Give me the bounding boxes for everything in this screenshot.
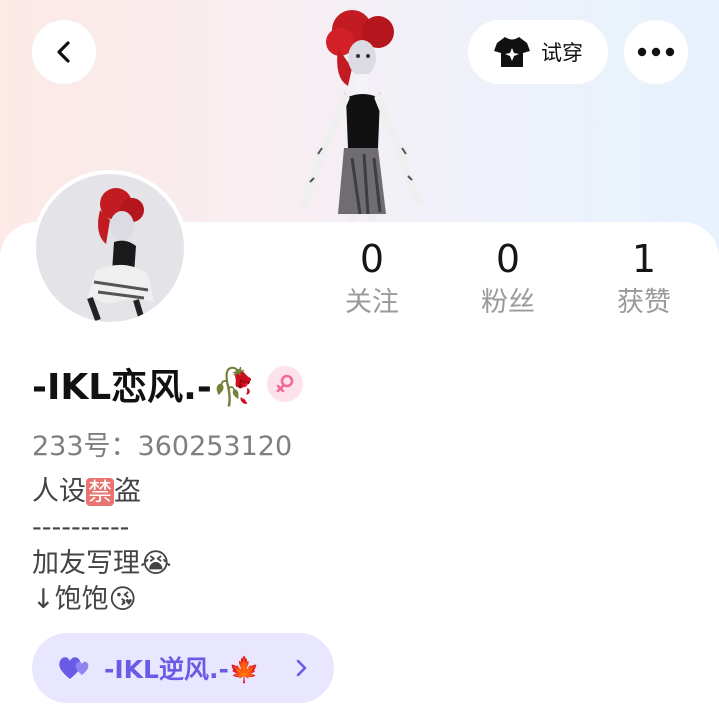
chevron-left-icon [57, 41, 70, 63]
linked-account-name: -IKL逆风.-🍁 [104, 655, 260, 684]
stat-followers-label: 粉丝 [481, 287, 535, 318]
chevron-right-icon [296, 659, 307, 677]
gender-badge [266, 366, 303, 402]
bio: 人设禁盗 ---------- 加友写理😭 ↓饱饱😘 [32, 474, 172, 618]
bio-line-4: ↓饱饱😘 [32, 584, 137, 615]
bio-line-1-suffix: 盗 [114, 476, 141, 507]
try-on-button[interactable]: 试穿 [468, 20, 608, 84]
user-id: 233号：360253120 [32, 431, 293, 462]
female-icon [276, 374, 293, 393]
more-options-button[interactable] [624, 20, 688, 84]
stat-likes-value: 1 [631, 237, 657, 281]
stat-following-value: 0 [359, 237, 385, 281]
stat-followers-value: 0 [495, 237, 521, 281]
bio-line-1: 人设禁盗 [32, 474, 172, 510]
try-on-label: 试穿 [541, 41, 583, 65]
stat-likes-label: 获赞 [617, 287, 671, 318]
bio-line-1-text: 人设 [32, 476, 86, 507]
stat-followers[interactable]: 0 粉丝 [448, 236, 568, 322]
linked-account-pill[interactable]: -IKL逆风.-🍁 [32, 633, 334, 703]
more-dots-icon [637, 47, 675, 57]
bio-line-2: ---------- [32, 512, 130, 543]
character-figure[interactable] [290, 8, 430, 222]
stats-row: 0 关注 0 粉丝 1 获赞 [0, 236, 719, 336]
forbidden-badge: 禁 [86, 478, 114, 506]
name-row: -IKL恋风.-🥀 [32, 358, 303, 410]
tshirt-sparkle-icon [494, 37, 530, 67]
stat-following[interactable]: 0 关注 [312, 236, 432, 322]
stat-following-label: 关注 [345, 287, 399, 318]
bio-line-3: 加友写理😭 [32, 548, 172, 579]
hearts-icon [59, 657, 89, 679]
back-button[interactable] [32, 20, 96, 84]
stat-likes[interactable]: 1 获赞 [584, 236, 704, 322]
username: -IKL恋风.-🥀 [32, 367, 257, 408]
